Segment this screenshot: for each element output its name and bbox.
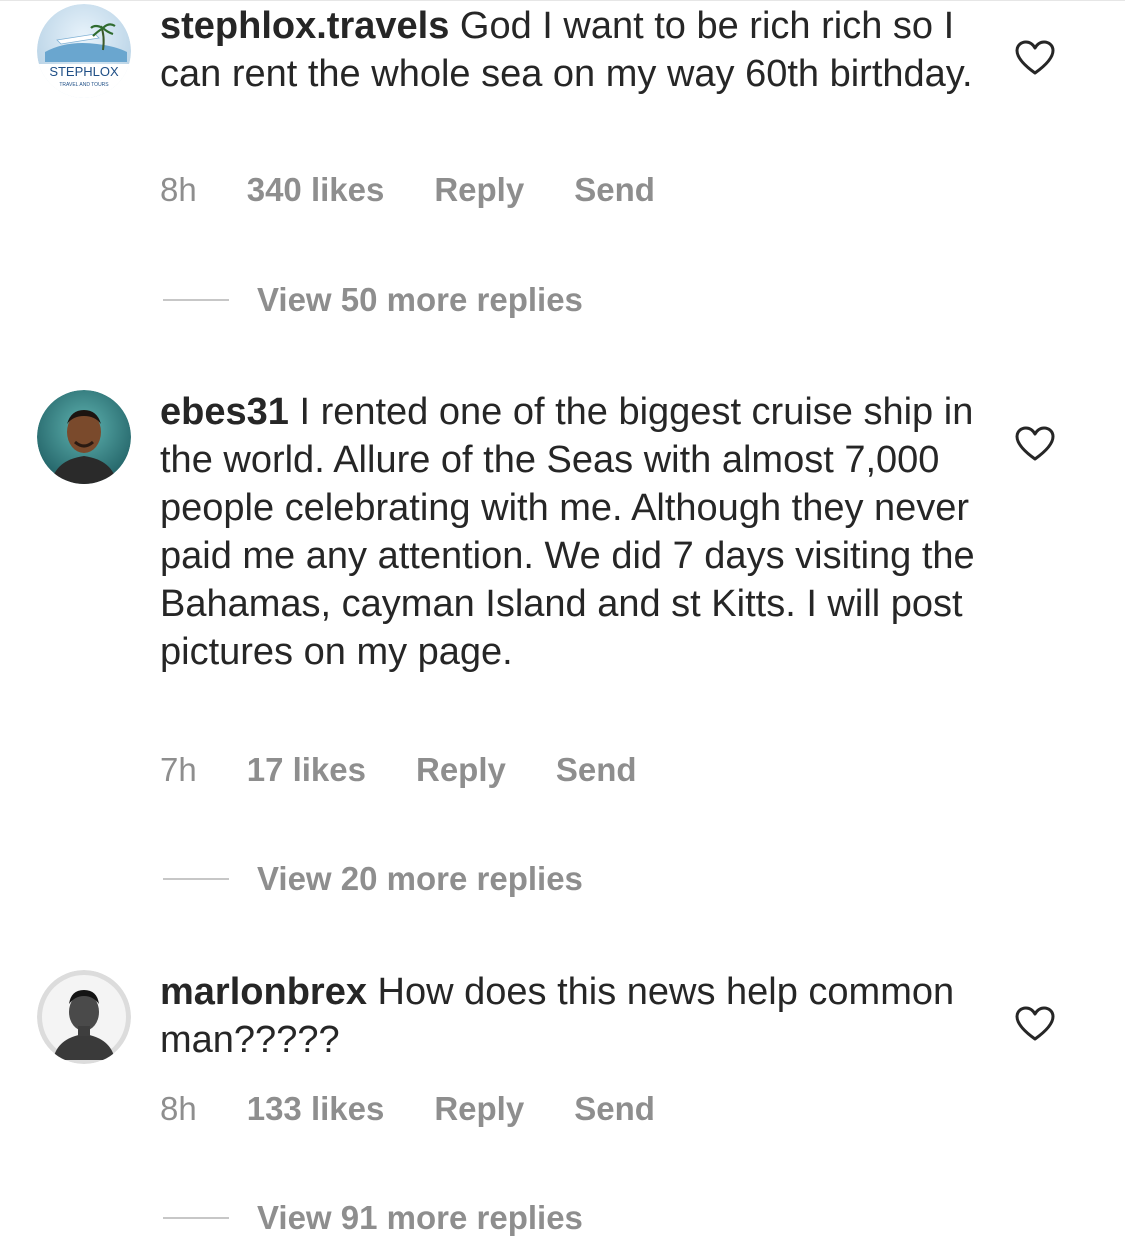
avatar-logo-subtext: TRAVEL AND TOURS (59, 82, 109, 88)
send-button[interactable]: Send (556, 751, 637, 788)
comment-username[interactable]: marlonbrex (160, 971, 367, 1013)
send-button[interactable]: Send (574, 1090, 655, 1127)
avatar[interactable] (37, 970, 131, 1064)
heart-icon[interactable] (1015, 1006, 1055, 1042)
comment-meta: 8h 133 likes Reply Send (160, 1089, 705, 1129)
replies-divider (163, 878, 229, 881)
reply-button[interactable]: Reply (434, 1090, 524, 1127)
send-button[interactable]: Send (574, 171, 655, 208)
view-replies-label: View 20 more replies (257, 860, 583, 897)
avatar-logo-text: STEPHLOX (49, 64, 119, 79)
view-replies-label: View 50 more replies (257, 281, 583, 318)
top-divider (0, 0, 1125, 1)
comment-likes[interactable]: 133 likes (247, 1090, 385, 1127)
comment-likes[interactable]: 340 likes (247, 171, 385, 208)
comment-text: ebes31 I rented one of the biggest cruis… (160, 388, 980, 676)
replies-divider (163, 1217, 229, 1220)
avatar[interactable]: STEPHLOX TRAVEL AND TOURS (37, 4, 131, 98)
view-replies-button[interactable]: View 20 more replies (163, 859, 583, 899)
view-replies-label: View 91 more replies (257, 1199, 583, 1236)
view-replies-button[interactable]: View 91 more replies (163, 1198, 583, 1238)
comment-likes[interactable]: 17 likes (247, 751, 366, 788)
view-replies-button[interactable]: View 50 more replies (163, 280, 583, 320)
comment-time: 7h (160, 751, 197, 788)
comment-meta: 8h 340 likes Reply Send (160, 170, 705, 210)
comment-meta: 7h 17 likes Reply Send (160, 750, 687, 790)
heart-icon[interactable] (1015, 426, 1055, 462)
reply-button[interactable]: Reply (434, 171, 524, 208)
profile-photo-icon (37, 390, 131, 484)
comment-body: I rented one of the biggest cruise ship … (160, 391, 975, 673)
comment-username[interactable]: ebes31 (160, 391, 289, 433)
heart-icon[interactable] (1015, 40, 1055, 76)
reply-button[interactable]: Reply (416, 751, 506, 788)
comment-time: 8h (160, 171, 197, 208)
comment-text: marlonbrex How does this news help commo… (160, 968, 980, 1064)
comment-time: 8h (160, 1090, 197, 1127)
profile-photo-icon (37, 970, 131, 1064)
comment-text: stephlox.travels God I want to be rich r… (160, 2, 980, 98)
stephlox-logo-icon: STEPHLOX TRAVEL AND TOURS (37, 4, 131, 98)
replies-divider (163, 299, 229, 302)
avatar[interactable] (37, 390, 131, 484)
comment-username[interactable]: stephlox.travels (160, 5, 449, 47)
